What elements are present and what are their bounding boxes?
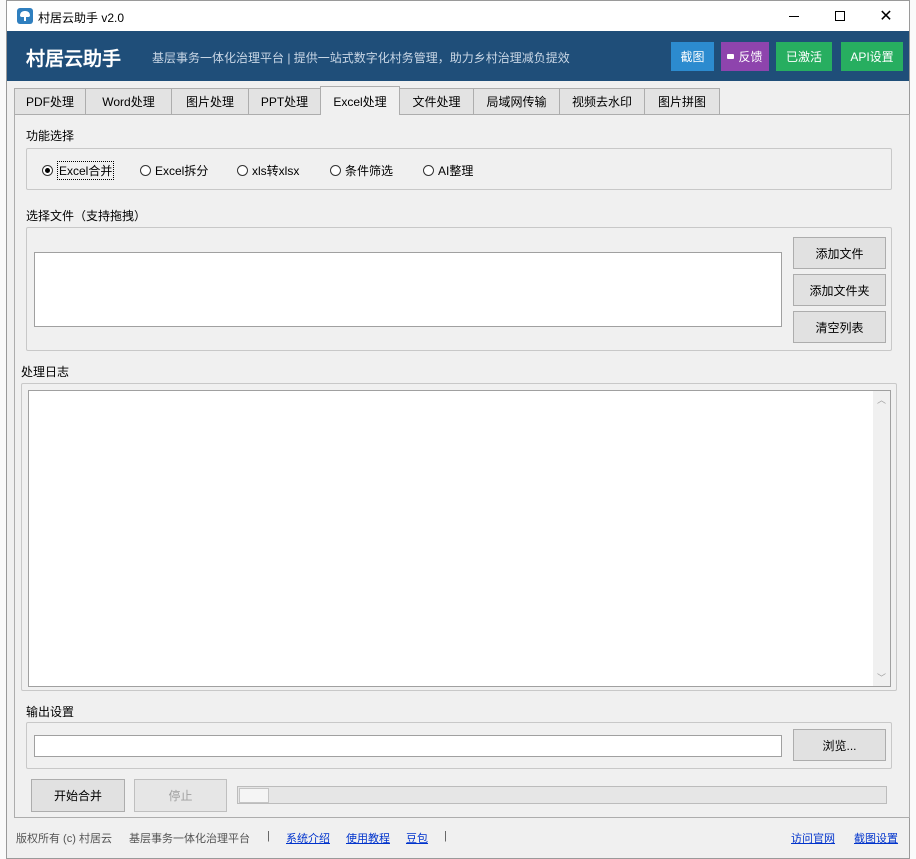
cloud-app-icon	[17, 8, 33, 24]
output-path-input[interactable]	[34, 735, 782, 757]
stop-button[interactable]: 停止	[134, 779, 227, 812]
status-footer: 版权所有 (c) 村居云 基层事务一体化治理平台 | 系统介绍 使用教程 豆包 …	[16, 830, 906, 846]
title-bar: 村居云助手 v2.0 ✕	[7, 1, 909, 31]
radio-label: xls转xlsx	[252, 163, 300, 178]
add-file-button[interactable]: 添加文件	[793, 237, 886, 269]
output-settings-label: 输出设置	[26, 705, 75, 719]
start-merge-button[interactable]: 开始合并	[31, 779, 125, 812]
radio-label: Excel合并	[57, 160, 115, 180]
radio-unchecked-icon	[140, 164, 151, 176]
log-label: 处理日志	[21, 365, 70, 379]
function-select-label: 功能选择	[26, 129, 75, 143]
radio-unchecked-icon	[330, 164, 341, 176]
tab-ppt[interactable]: PPT处理	[248, 88, 321, 114]
copyright-text: 版权所有 (c) 村居云	[16, 833, 112, 845]
system-intro-link[interactable]: 系统介绍	[286, 830, 330, 846]
browse-button[interactable]: 浏览...	[793, 729, 886, 761]
activated-button[interactable]: 已激活	[776, 42, 832, 71]
radio-condition-filter[interactable]: 条件筛选	[330, 160, 393, 180]
radio-row: Excel合并 Excel拆分 xls转xlsx 条件筛选 AI整理	[42, 160, 882, 180]
app-window: 村居云助手 v2.0 ✕ 村居云助手 基层事务一体化治理平台 | 提供一站式数字…	[6, 0, 910, 859]
brand-slogan: 基层事务一体化治理平台 | 提供一站式数字化村务管理，助力乡村治理减负提效	[152, 51, 570, 65]
radio-excel-merge[interactable]: Excel合并	[42, 160, 115, 180]
tutorial-link[interactable]: 使用教程	[346, 830, 390, 846]
tab-word[interactable]: Word处理	[85, 88, 172, 114]
tab-excel[interactable]: Excel处理	[320, 86, 400, 115]
window-title: 村居云助手 v2.0	[38, 11, 125, 25]
tab-pdf[interactable]: PDF处理	[14, 88, 86, 114]
minimize-icon	[789, 15, 799, 17]
screenshot-button[interactable]: 截图	[671, 42, 714, 71]
screenshot-settings-link[interactable]: 截图设置	[854, 830, 898, 846]
output-settings-group: 浏览...	[26, 722, 892, 769]
radio-xls-to-xlsx[interactable]: xls转xlsx	[237, 160, 299, 180]
function-select-group: Excel合并 Excel拆分 xls转xlsx 条件筛选 AI整理	[26, 148, 892, 190]
feedback-label: 反馈	[738, 50, 763, 64]
scroll-down-icon[interactable]: ﹀	[873, 669, 890, 686]
close-icon: ✕	[879, 8, 893, 25]
scroll-up-icon[interactable]: ︿	[873, 391, 890, 408]
tab-lan-transfer[interactable]: 局域网传输	[473, 88, 560, 114]
tab-file[interactable]: 文件处理	[399, 88, 474, 114]
file-select-group: 添加文件 添加文件夹 清空列表	[26, 227, 892, 351]
radio-excel-split[interactable]: Excel拆分	[140, 160, 208, 180]
radio-label: AI整理	[438, 163, 474, 178]
radio-unchecked-icon	[423, 164, 434, 176]
message-icon	[727, 54, 735, 59]
radio-unchecked-icon	[237, 164, 248, 176]
footer-separator: |	[444, 830, 447, 842]
log-scrollbar[interactable]: ︿ ﹀	[873, 391, 890, 686]
header-banner: 村居云助手 基层事务一体化治理平台 | 提供一站式数字化村务管理，助力乡村治理减…	[7, 31, 909, 81]
visit-website-link[interactable]: 访问官网	[791, 830, 835, 846]
excel-tab-panel: 功能选择 Excel合并 Excel拆分 xls转xlsx 条件筛选 AI整理 …	[14, 114, 910, 818]
api-settings-button[interactable]: API设置	[841, 42, 903, 71]
minimize-button[interactable]	[771, 1, 817, 31]
radio-checked-icon	[42, 164, 53, 176]
progress-thumb	[239, 788, 269, 803]
log-textarea[interactable]: ︿ ﹀	[28, 390, 891, 687]
footer-separator: |	[267, 830, 270, 842]
progress-bar	[237, 786, 887, 804]
clear-list-button[interactable]: 清空列表	[793, 311, 886, 343]
doubao-link[interactable]: 豆包	[406, 830, 428, 846]
file-list[interactable]	[34, 252, 782, 327]
feedback-button[interactable]: 反馈	[721, 42, 769, 71]
log-group: ︿ ﹀	[21, 383, 897, 691]
tab-image[interactable]: 图片处理	[171, 88, 249, 114]
maximize-icon	[835, 11, 845, 21]
brand-title: 村居云助手	[26, 49, 122, 70]
radio-ai-organize[interactable]: AI整理	[423, 160, 473, 180]
tab-image-collage[interactable]: 图片拼图	[644, 88, 720, 114]
file-select-label: 选择文件（支持拖拽）	[26, 209, 147, 223]
close-button[interactable]: ✕	[863, 1, 909, 31]
maximize-button[interactable]	[817, 1, 863, 31]
platform-text: 基层事务一体化治理平台	[129, 833, 250, 845]
radio-label: 条件筛选	[345, 163, 394, 178]
add-folder-button[interactable]: 添加文件夹	[793, 274, 886, 306]
tab-video-watermark[interactable]: 视频去水印	[559, 88, 645, 114]
radio-label: Excel拆分	[155, 163, 209, 178]
